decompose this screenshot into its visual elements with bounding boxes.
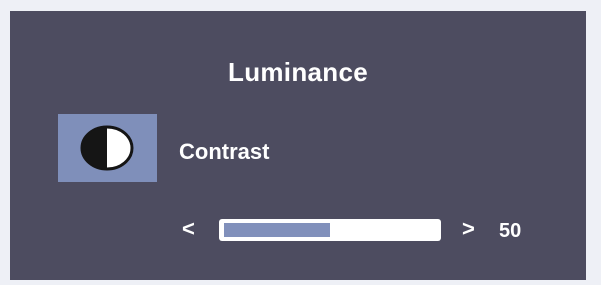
osd-menu-panel: Luminance Contrast < > 50 — [10, 11, 586, 280]
contrast-item-icon-box[interactable] — [58, 114, 157, 182]
menu-title: Luminance — [228, 57, 368, 87]
increase-arrow[interactable]: > — [462, 216, 475, 242]
contrast-icon — [80, 125, 134, 171]
slider-fill — [224, 223, 330, 237]
contrast-value: 50 — [499, 220, 522, 242]
contrast-label: Contrast — [179, 139, 270, 164]
decrease-arrow[interactable]: < — [182, 216, 195, 242]
contrast-slider[interactable] — [219, 219, 441, 241]
